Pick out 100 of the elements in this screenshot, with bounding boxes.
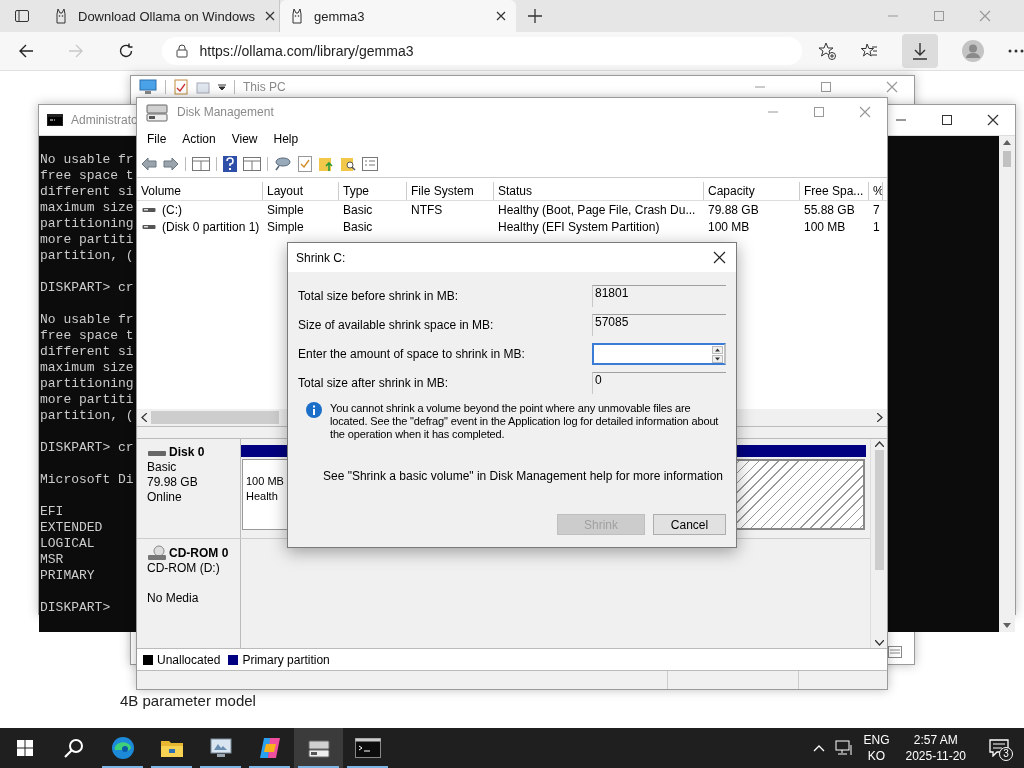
favorites-icon[interactable] bbox=[860, 42, 878, 60]
console-line: different si bbox=[40, 184, 134, 200]
start-icon[interactable] bbox=[16, 740, 33, 756]
network-icon[interactable] bbox=[835, 740, 854, 756]
disk-info: Online bbox=[147, 490, 182, 505]
clock-time[interactable]: 2:57 AM bbox=[913, 732, 958, 748]
readonly-field: 81801 bbox=[592, 284, 726, 307]
field-label: Enter the amount of space to shrink in MB: bbox=[298, 346, 526, 361]
table-cell: Healthy (Boot, Page File, Crash Du... bbox=[498, 202, 696, 217]
disk-info: CD-ROM (D:) bbox=[147, 561, 220, 576]
legend-label: Unallocated bbox=[157, 652, 221, 667]
forward-arrow-icon[interactable] bbox=[163, 157, 179, 171]
scroll-down-icon[interactable] bbox=[1003, 623, 1011, 628]
chevron-up-icon[interactable] bbox=[813, 744, 826, 752]
browser-tab[interactable]: gemma3 bbox=[280, 0, 516, 32]
scroll-left-icon[interactable] bbox=[141, 413, 147, 422]
menu-item[interactable]: Help bbox=[266, 129, 306, 148]
console-line: No usable fr bbox=[40, 152, 134, 168]
window-title: Disk Management bbox=[177, 105, 274, 119]
legend-label: Primary partition bbox=[242, 652, 330, 667]
column-header[interactable]: File System bbox=[407, 182, 494, 200]
column-header[interactable]: Layout bbox=[263, 182, 339, 200]
console-line: Microsoft Di bbox=[40, 472, 134, 488]
close-tab-icon[interactable] bbox=[265, 11, 276, 21]
shrink-amount-field[interactable] bbox=[592, 342, 726, 365]
disk-management-icon bbox=[306, 737, 331, 759]
menu-item[interactable]: View bbox=[224, 129, 265, 148]
window-title: Administrato bbox=[71, 113, 138, 127]
add-favorite-icon[interactable] bbox=[818, 42, 836, 60]
table-cell: (C:) bbox=[162, 202, 182, 217]
scroll-down-icon[interactable] bbox=[874, 640, 884, 646]
console-line: maximum size bbox=[40, 200, 134, 216]
folder-up-icon[interactable] bbox=[318, 156, 334, 172]
readonly-field: 57085 bbox=[592, 313, 726, 336]
notification-button[interactable]: 3 bbox=[982, 728, 1016, 768]
refresh-icon[interactable] bbox=[117, 43, 134, 59]
column-header[interactable]: Volume bbox=[137, 182, 263, 200]
llama-icon bbox=[54, 8, 68, 24]
table-cell: 79.88 GB bbox=[708, 202, 759, 217]
computer-icon bbox=[139, 79, 157, 95]
dropdown-icon[interactable] bbox=[218, 83, 226, 91]
checklist-icon[interactable] bbox=[298, 156, 312, 172]
column-header[interactable]: Capacity bbox=[704, 182, 800, 200]
panel-icon[interactable] bbox=[192, 157, 210, 171]
taskbar-app[interactable] bbox=[294, 728, 343, 768]
new-tab-icon[interactable] bbox=[528, 9, 542, 23]
console-line: partitioning bbox=[40, 216, 134, 232]
menu-item[interactable]: File bbox=[140, 129, 174, 148]
spin-down-icon[interactable] bbox=[712, 354, 723, 363]
column-header[interactable]: Status bbox=[494, 182, 704, 200]
scroll-up-icon[interactable] bbox=[1003, 140, 1011, 145]
column-header[interactable]: Type bbox=[339, 182, 407, 200]
back-arrow-icon[interactable] bbox=[141, 157, 157, 171]
console-line: EXTENDED bbox=[40, 520, 103, 536]
scrollbar-thumb[interactable] bbox=[151, 411, 279, 424]
folder-search-icon[interactable] bbox=[340, 156, 356, 172]
monitor-app-icon bbox=[208, 737, 233, 759]
list-view-icon[interactable] bbox=[362, 157, 378, 171]
field-label: Total size before shrink in MB: bbox=[298, 288, 460, 303]
more-icon[interactable] bbox=[1008, 49, 1024, 53]
disk-info: Basic bbox=[147, 460, 177, 475]
console-line: maximum size bbox=[40, 360, 134, 376]
close-tab-icon[interactable] bbox=[496, 11, 506, 21]
language-indicator[interactable]: ENG bbox=[863, 732, 890, 748]
help-text: See "Shrink a basic volume" in Disk Management help for more information bbox=[323, 469, 725, 483]
close-icon[interactable] bbox=[713, 251, 726, 264]
address-bar[interactable]: https://ollama.com/library/gemma3 bbox=[161, 37, 802, 65]
download-button[interactable] bbox=[902, 34, 938, 68]
panel-icon[interactable] bbox=[243, 157, 261, 171]
back-icon[interactable] bbox=[18, 43, 34, 59]
partition-size: 100 MB bbox=[246, 474, 284, 489]
disk-info: 79.98 GB bbox=[147, 475, 198, 490]
scrollbar-thumb[interactable] bbox=[874, 450, 884, 570]
table-cell: Basic bbox=[343, 202, 373, 217]
console-line: DISKPART> cr bbox=[40, 280, 134, 296]
console-line: partition, ( bbox=[40, 248, 134, 264]
table-cell: 100 MB bbox=[804, 219, 846, 234]
tab-actions-icon[interactable] bbox=[14, 8, 30, 24]
details-view-icon[interactable] bbox=[888, 646, 902, 658]
search-icon[interactable] bbox=[63, 738, 84, 758]
field-label: Size of available shrink space in MB: bbox=[298, 317, 495, 332]
browser-icon bbox=[110, 736, 135, 760]
menu-item[interactable]: Action bbox=[175, 129, 223, 148]
table-cell: NTFS bbox=[411, 202, 443, 217]
dialog-button[interactable]: Cancel bbox=[653, 514, 726, 535]
help-icon[interactable] bbox=[223, 156, 237, 172]
spin-up-icon[interactable] bbox=[712, 345, 723, 354]
column-header[interactable]: Free Spa... bbox=[800, 182, 869, 200]
console-icon bbox=[354, 738, 381, 758]
scroll-up-icon[interactable] bbox=[874, 441, 884, 447]
clock-date[interactable]: 2025-11-20 bbox=[905, 748, 966, 764]
close-icon[interactable] bbox=[987, 114, 999, 126]
console-line: LOGICAL bbox=[40, 536, 95, 552]
keyboard-layout[interactable]: KO bbox=[867, 748, 886, 764]
scroll-right-icon[interactable] bbox=[877, 413, 883, 422]
profile-icon[interactable] bbox=[962, 40, 984, 62]
console-line: PRIMARY bbox=[40, 568, 95, 584]
scrollbar-thumb[interactable] bbox=[1003, 151, 1011, 167]
maximize-icon[interactable] bbox=[941, 114, 953, 126]
field-label: Total size after shrink in MB: bbox=[298, 375, 450, 390]
